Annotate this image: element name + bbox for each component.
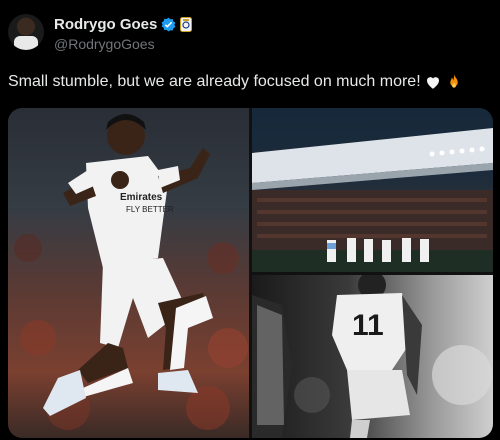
verified-badge-icon bbox=[161, 17, 176, 32]
author-handle[interactable]: @RodrygoGoes bbox=[54, 36, 155, 52]
tweet-media[interactable]: Emirates FLY BETTER 11 bbox=[8, 108, 493, 438]
tweet-header: Rodrygo Goes @RodrygoGoes bbox=[8, 12, 488, 56]
author-name[interactable]: Rodrygo Goes bbox=[54, 16, 157, 33]
stadium-illustration bbox=[252, 128, 493, 272]
author-row: Rodrygo Goes bbox=[54, 16, 193, 33]
tweet-text: Small stumble, but we are already focuse… bbox=[8, 73, 463, 91]
photo-player-jumping[interactable]: Emirates FLY BETTER bbox=[8, 108, 249, 438]
white-heart-icon bbox=[426, 77, 439, 89]
photo-stadium-lineup[interactable] bbox=[252, 108, 493, 272]
photo-player-number[interactable]: 11 bbox=[252, 275, 493, 438]
club-crest-icon bbox=[180, 17, 193, 32]
avatar[interactable] bbox=[8, 14, 44, 50]
avatar-shirt bbox=[14, 36, 38, 50]
tweet-text-content: Small stumble, but we are already focuse… bbox=[8, 73, 421, 90]
player-jumping-illustration: Emirates FLY BETTER bbox=[14, 114, 248, 430]
svg-text:Emirates: Emirates bbox=[120, 192, 163, 203]
player-back-illustration: 11 bbox=[252, 275, 492, 438]
fire-icon bbox=[449, 74, 458, 88]
svg-text:FLY BETTER: FLY BETTER bbox=[126, 205, 174, 214]
jersey-number: 11 bbox=[352, 309, 384, 342]
